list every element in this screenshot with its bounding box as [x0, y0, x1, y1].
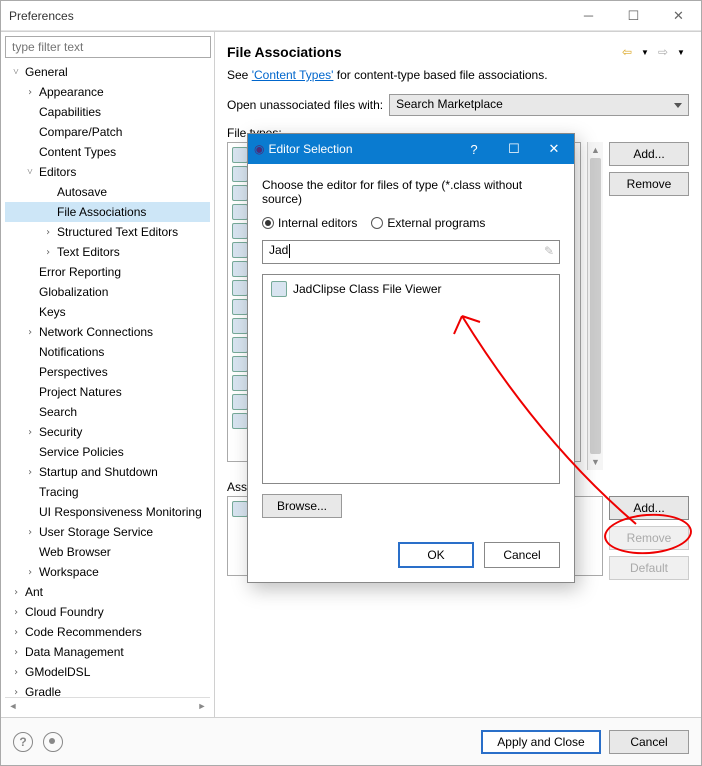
sidebar-hscroll[interactable]: ◄►	[5, 697, 210, 713]
tree-capabilities[interactable]: Capabilities	[5, 102, 210, 122]
titlebar: Preferences ─ ☐ ✕	[1, 1, 701, 31]
browse-button[interactable]: Browse...	[262, 494, 342, 518]
file-types-scrollbar[interactable]: ▲ ▼	[587, 142, 603, 470]
tree-project-natures[interactable]: Project Natures	[5, 382, 210, 402]
editor-results-list[interactable]: JadClipse Class File Viewer	[262, 274, 560, 484]
assoc-default-button: Default	[609, 556, 689, 580]
tree-ant[interactable]: ›Ant	[5, 582, 210, 602]
preferences-tree[interactable]: ˅General ›Appearance Capabilities Compar…	[5, 62, 210, 697]
file-type-icon	[232, 261, 248, 277]
tree-content-types[interactable]: Content Types	[5, 142, 210, 162]
tree-network[interactable]: ›Network Connections	[5, 322, 210, 342]
file-type-icon	[232, 242, 248, 258]
forward-icon[interactable]: ⇨	[655, 44, 671, 60]
description: See 'Content Types' for content-type bas…	[227, 68, 689, 82]
tree-cloud-foundry[interactable]: ›Cloud Foundry	[5, 602, 210, 622]
open-with-dropdown[interactable]: Search Marketplace	[389, 94, 689, 116]
tree-startup[interactable]: ›Startup and Shutdown	[5, 462, 210, 482]
file-types-remove-button[interactable]: Remove	[609, 172, 689, 196]
open-with-label: Open unassociated files with:	[227, 98, 383, 112]
forward-menu-icon[interactable]: ▼	[673, 44, 689, 60]
footer: ? Apply and Close Cancel	[1, 717, 701, 765]
assoc-add-button[interactable]: Add...	[609, 496, 689, 520]
file-type-icon	[232, 413, 248, 429]
modal-close-button[interactable]: ✕	[534, 134, 574, 164]
page-title: File Associations	[227, 44, 619, 60]
tree-web-browser[interactable]: Web Browser	[5, 542, 210, 562]
tree-gradle[interactable]: ›Gradle	[5, 682, 210, 697]
tree-search[interactable]: Search	[5, 402, 210, 422]
file-types-add-button[interactable]: Add...	[609, 142, 689, 166]
tree-autosave[interactable]: Autosave	[5, 182, 210, 202]
modal-titlebar: Editor Selection ? ☐ ✕	[248, 134, 574, 164]
content-types-link[interactable]: 'Content Types'	[252, 68, 334, 82]
file-type-icon	[232, 375, 248, 391]
tree-appearance[interactable]: ›Appearance	[5, 82, 210, 102]
tree-general[interactable]: ˅General	[5, 62, 210, 82]
file-type-icon	[232, 185, 248, 201]
eclipse-icon	[254, 142, 268, 156]
radio-checked-icon	[262, 217, 274, 229]
clear-input-icon[interactable]: ✎	[544, 244, 554, 258]
modal-instruction: Choose the editor for files of type (*.c…	[262, 178, 560, 206]
close-button[interactable]: ✕	[656, 1, 701, 31]
tree-structured-text[interactable]: ›Structured Text Editors	[5, 222, 210, 242]
tree-keys[interactable]: Keys	[5, 302, 210, 322]
result-item[interactable]: JadClipse Class File Viewer	[267, 279, 555, 299]
internal-editors-radio[interactable]: Internal editors	[262, 216, 357, 230]
cancel-button[interactable]: Cancel	[609, 730, 689, 754]
tree-perspectives[interactable]: Perspectives	[5, 362, 210, 382]
sidebar: ˅General ›Appearance Capabilities Compar…	[1, 32, 215, 717]
tree-text-editors[interactable]: ›Text Editors	[5, 242, 210, 262]
file-type-icon	[232, 204, 248, 220]
tree-file-associations[interactable]: File Associations	[5, 202, 210, 222]
file-type-icon	[232, 299, 248, 315]
tree-data-management[interactable]: ›Data Management	[5, 642, 210, 662]
tree-editors[interactable]: ˅Editors	[5, 162, 210, 182]
tree-compare[interactable]: Compare/Patch	[5, 122, 210, 142]
assoc-remove-button: Remove	[609, 526, 689, 550]
tree-gmodeldsl[interactable]: ›GModelDSL	[5, 662, 210, 682]
tree-tracing[interactable]: Tracing	[5, 482, 210, 502]
tree-service-policies[interactable]: Service Policies	[5, 442, 210, 462]
minimize-button[interactable]: ─	[566, 1, 611, 31]
modal-title: Editor Selection	[268, 142, 454, 156]
nav-icons: ⇦ ▼ ⇨ ▼	[619, 44, 689, 60]
editor-selection-dialog: Editor Selection ? ☐ ✕ Choose the editor…	[247, 133, 575, 583]
external-programs-radio[interactable]: External programs	[371, 216, 485, 230]
back-icon[interactable]: ⇦	[619, 44, 635, 60]
file-type-icon	[232, 394, 248, 410]
modal-cancel-button[interactable]: Cancel	[484, 542, 560, 568]
editor-filter-input[interactable]: Jad	[262, 240, 560, 264]
tree-ui-responsiveness[interactable]: UI Responsiveness Monitoring	[5, 502, 210, 522]
tree-code-recommenders[interactable]: ›Code Recommenders	[5, 622, 210, 642]
tree-security[interactable]: ›Security	[5, 422, 210, 442]
modal-ok-button[interactable]: OK	[398, 542, 474, 568]
file-type-icon	[232, 280, 248, 296]
modal-maximize-button[interactable]: ☐	[494, 134, 534, 164]
maximize-button[interactable]: ☐	[611, 1, 656, 31]
help-icon[interactable]: ?	[13, 732, 33, 752]
tree-globalization[interactable]: Globalization	[5, 282, 210, 302]
tree-error-reporting[interactable]: Error Reporting	[5, 262, 210, 282]
file-type-icon	[232, 337, 248, 353]
radio-unchecked-icon	[371, 217, 383, 229]
apply-close-button[interactable]: Apply and Close	[481, 730, 601, 754]
editor-result-icon	[271, 281, 287, 297]
window-title: Preferences	[9, 9, 566, 23]
file-type-icon	[232, 223, 248, 239]
tree-workspace[interactable]: ›Workspace	[5, 562, 210, 582]
back-menu-icon[interactable]: ▼	[637, 44, 653, 60]
modal-help-button[interactable]: ?	[454, 134, 494, 164]
editor-icon	[232, 501, 248, 517]
import-export-icon[interactable]	[43, 732, 63, 752]
tree-user-storage[interactable]: ›User Storage Service	[5, 522, 210, 542]
file-type-icon	[232, 318, 248, 334]
file-type-icon	[232, 147, 248, 163]
file-type-icon	[232, 166, 248, 182]
tree-notifications[interactable]: Notifications	[5, 342, 210, 362]
filter-input[interactable]	[5, 36, 211, 58]
file-type-icon	[232, 356, 248, 372]
